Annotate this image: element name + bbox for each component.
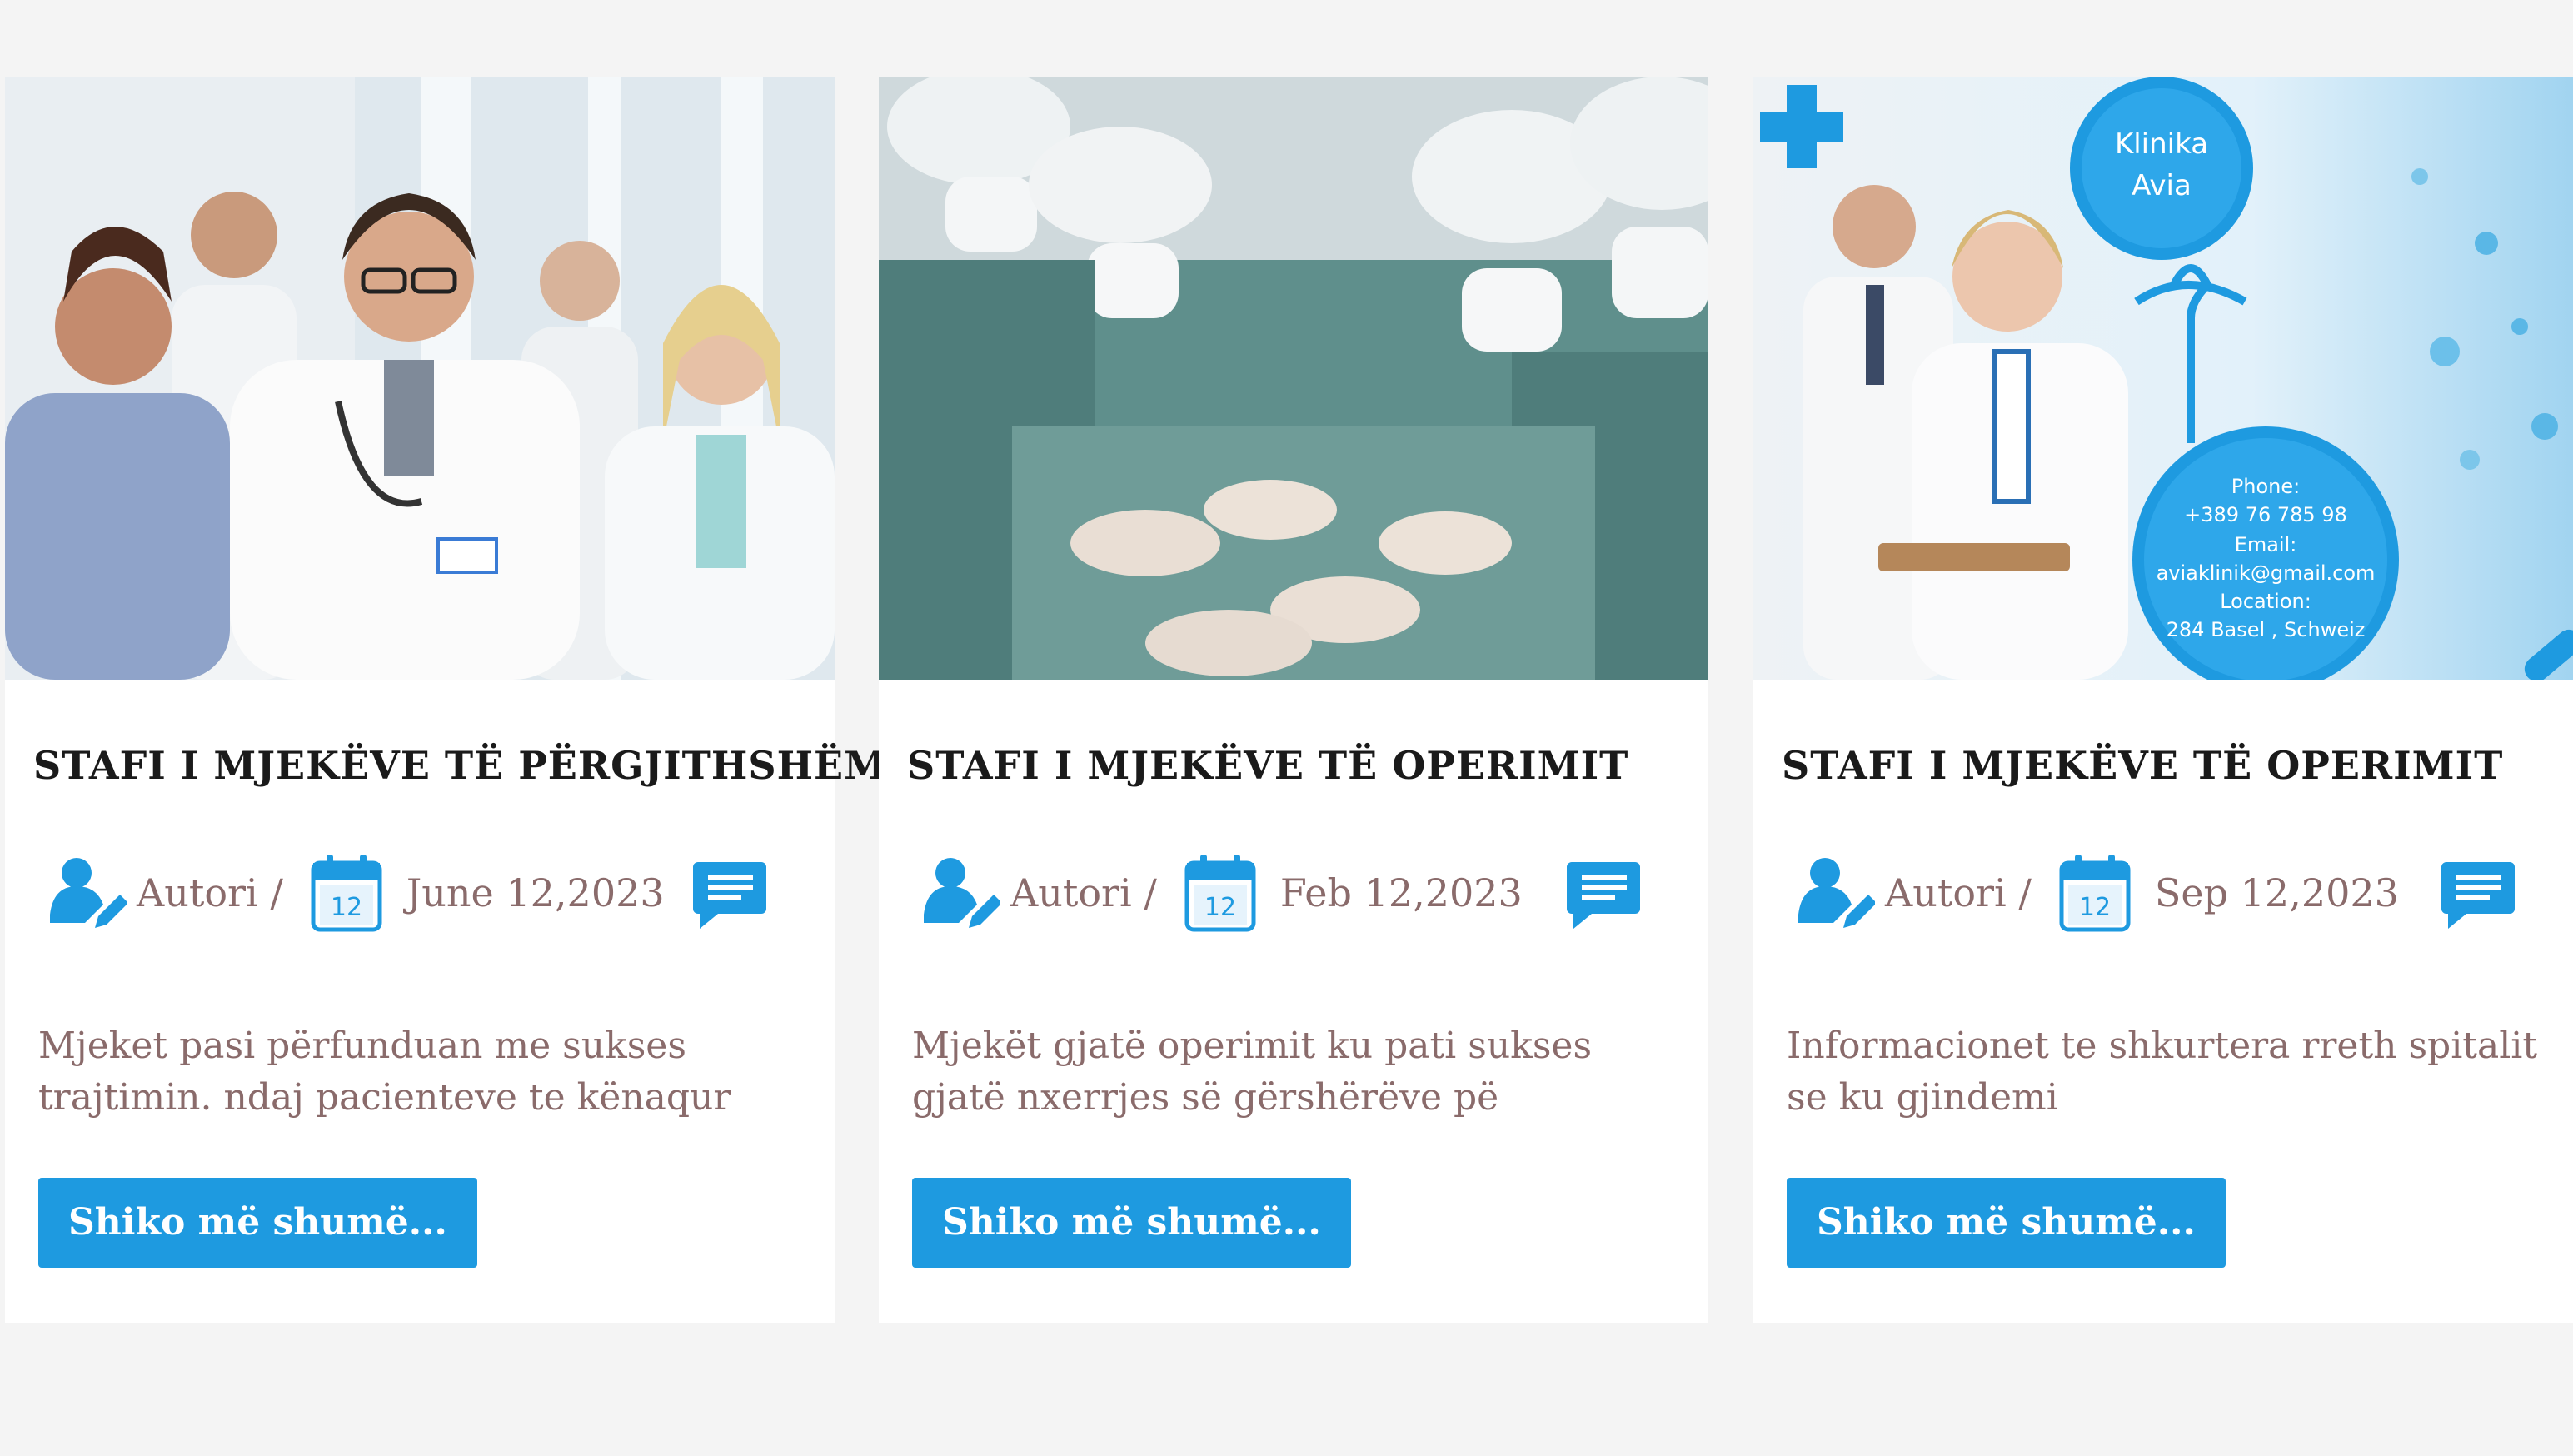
user-edit-icon: [924, 858, 1000, 928]
post-title[interactable]: STAFI I MJEKËVE TË PËRGJITHSHËM: [33, 743, 886, 788]
user-edit-icon: [50, 858, 127, 928]
post-author[interactable]: Autori /: [1885, 870, 2032, 915]
comment-icon[interactable]: [1565, 855, 1642, 930]
contact-line: +389 76 785 98: [2184, 503, 2347, 526]
post-title[interactable]: STAFI I MJEKËVE TË OPERIMIT: [1782, 743, 2565, 788]
post-title[interactable]: STAFI I MJEKËVE TË OPERIMIT: [907, 743, 1690, 788]
post-image-clinic-avia[interactable]: Klinika Avia Phone: +389 76 785 98 Email…: [1753, 77, 2573, 680]
read-more-button[interactable]: Shiko më shumë...: [912, 1178, 1351, 1268]
contact-line: 284 Basel , Schweiz: [2167, 618, 2366, 641]
post-card: STAFI I MJEKËVE TË OPERIMIT Autori / 12 …: [879, 77, 1708, 1323]
post-author[interactable]: Autori /: [1010, 870, 1157, 915]
post-image-doctors-team[interactable]: [5, 77, 835, 680]
read-more-button[interactable]: Shiko më shumë...: [38, 1178, 477, 1268]
post-card: STAFI I MJEKËVE TË PËRGJITHSHËM Autori /…: [5, 77, 886, 1323]
post-author[interactable]: Autori /: [137, 870, 283, 915]
post-meta: Autori / 12 Feb 12,2023: [917, 851, 1692, 935]
contact-line: aviaklinik@gmail.com: [2157, 561, 2376, 585]
calendar-day: 12: [2079, 893, 2111, 922]
post-excerpt: Informacionet te shkurtera rreth spitali…: [1787, 1025, 2538, 1119]
calendar-icon: 12: [2059, 855, 2131, 932]
post-date: June 12,2023: [406, 870, 665, 915]
clinic-name-line: Klinika: [2115, 127, 2208, 161]
calendar-icon: 12: [311, 855, 382, 932]
post-meta: Autori / 12 Sep 12,2023: [1792, 851, 2566, 935]
post-date: Sep 12,2023: [2154, 870, 2399, 915]
post-meta: Autori / 12 June 12,2023: [43, 851, 818, 935]
comment-icon[interactable]: [2440, 855, 2516, 930]
clinic-name-line: Avia: [2132, 169, 2192, 202]
calendar-day: 12: [331, 893, 362, 922]
calendar-icon: 12: [1184, 855, 1256, 932]
user-edit-icon: [1798, 858, 1875, 928]
contact-line: Location:: [2220, 590, 2311, 613]
contact-line: Phone:: [2231, 475, 2300, 498]
calendar-day: 12: [1204, 893, 1236, 922]
comment-icon[interactable]: [691, 855, 768, 930]
post-image-surgery[interactable]: [879, 77, 1708, 680]
post-date: Feb 12,2023: [1279, 870, 1523, 915]
contact-line: Email:: [2235, 533, 2297, 556]
post-excerpt: Mjeket pasi përfunduan me sukses trajtim…: [38, 1025, 731, 1119]
read-more-button[interactable]: Shiko më shumë...: [1787, 1178, 2226, 1268]
post-card: Klinika Avia Phone: +389 76 785 98 Email…: [1753, 77, 2573, 1323]
post-excerpt: Mjekët gjatë operimit ku pati sukses gja…: [912, 1025, 1593, 1119]
